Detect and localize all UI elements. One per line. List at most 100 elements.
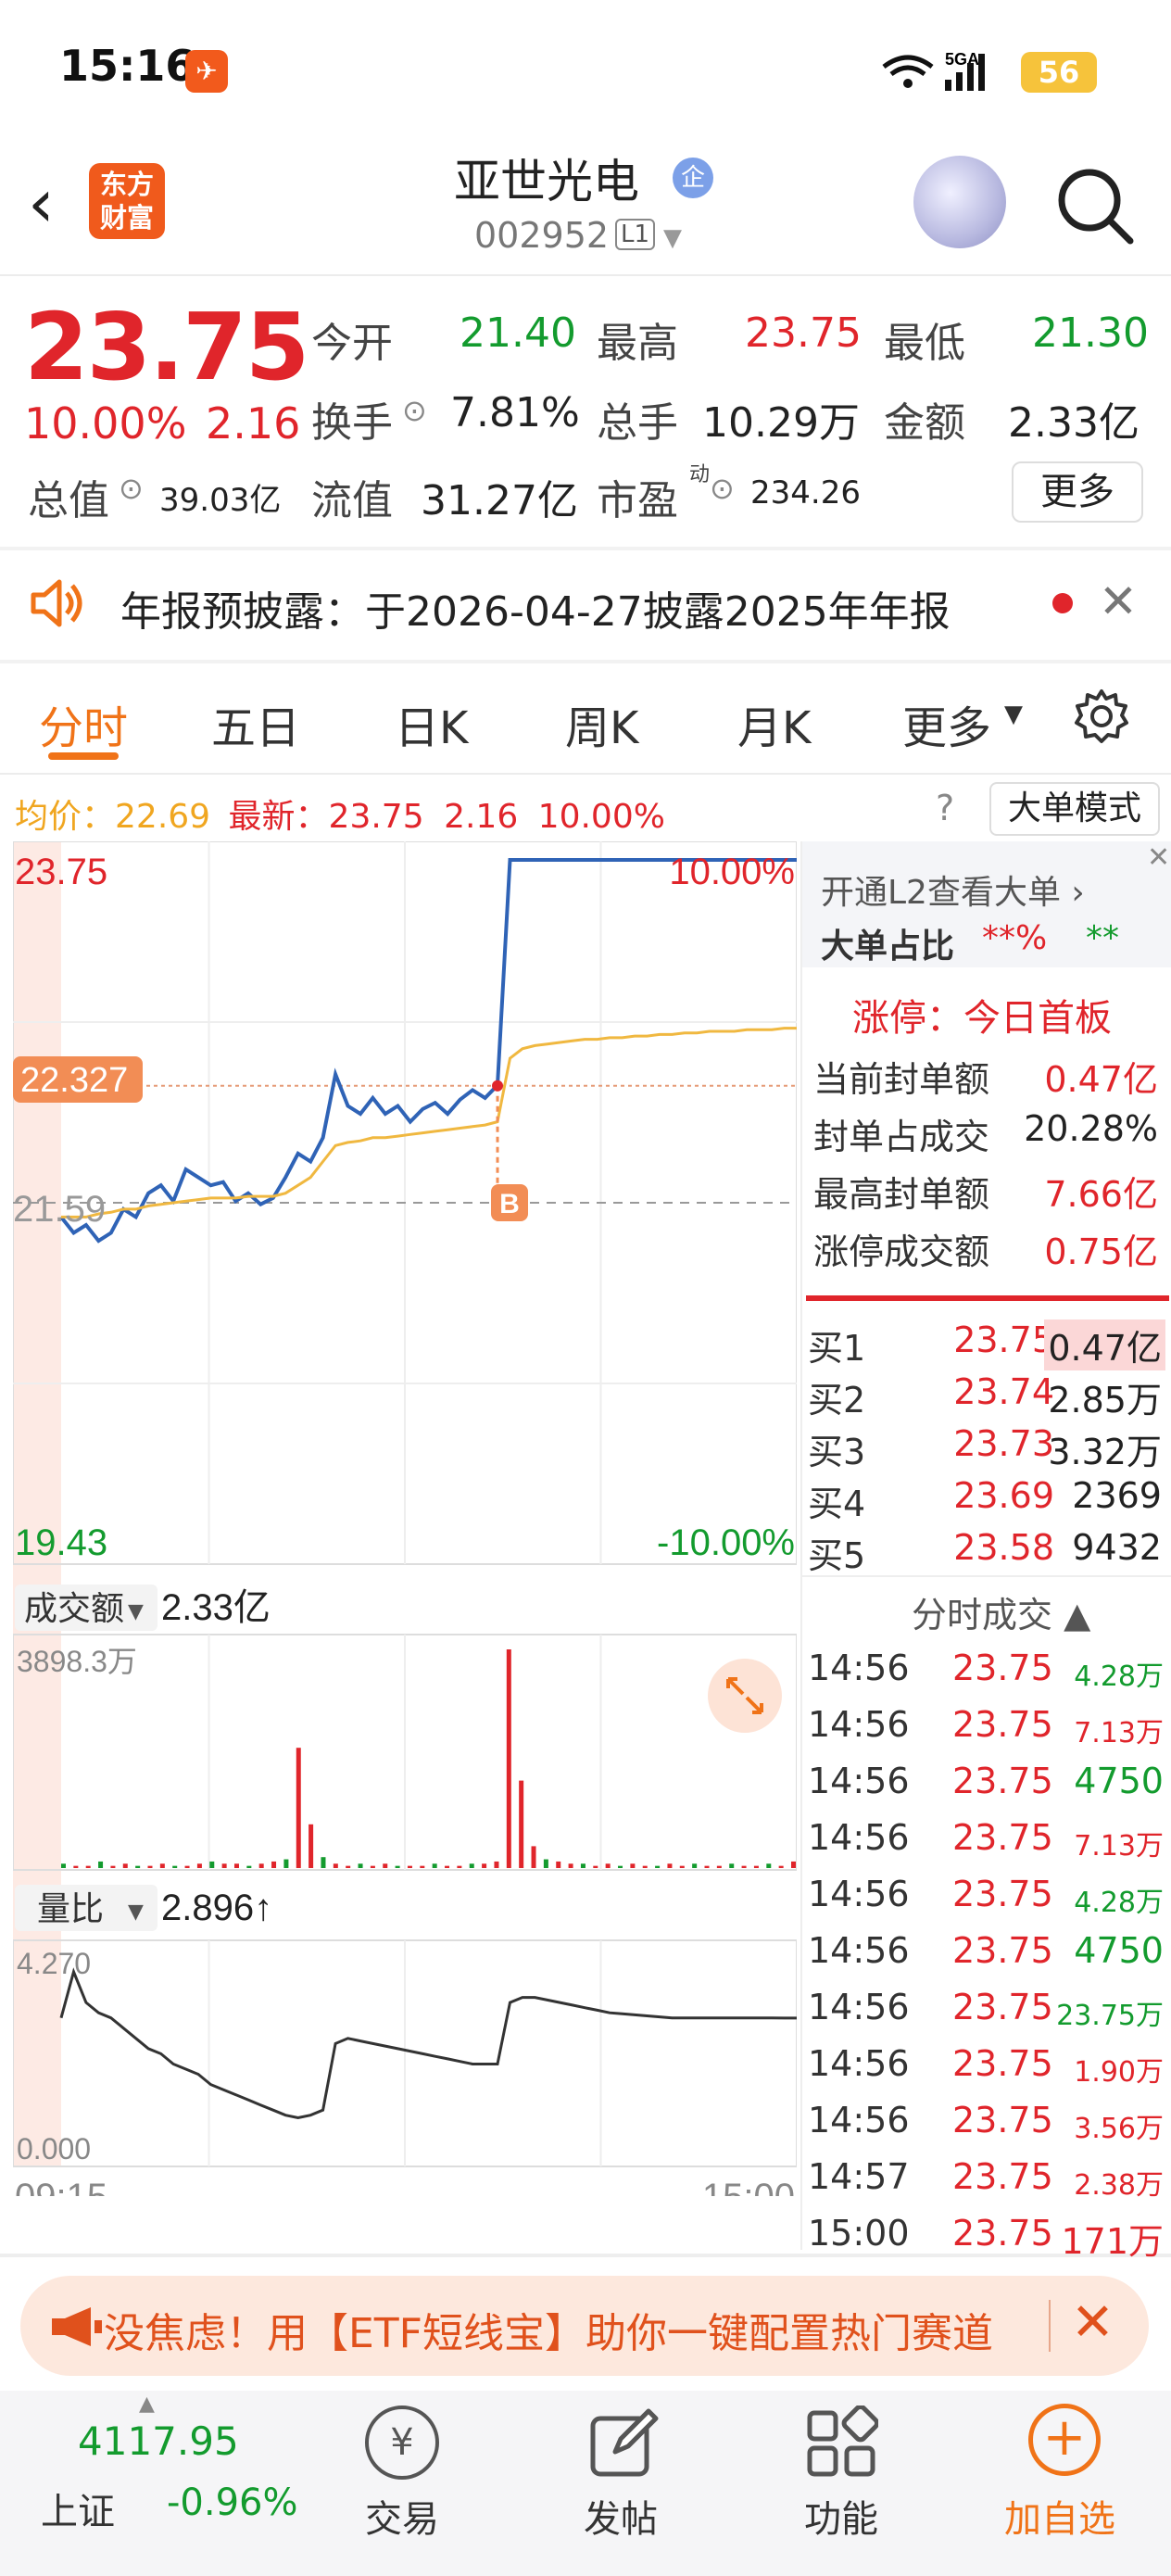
nav-post[interactable]: 发帖 <box>584 2489 658 2543</box>
last-value: 23.75 <box>328 798 424 836</box>
close-icon[interactable]: ✕ <box>1147 841 1170 874</box>
tick-time: 14:56 <box>808 1817 910 1858</box>
chevron-down-icon: ▼ <box>1004 701 1023 728</box>
current-price: 23.75 <box>24 293 309 401</box>
tab-day-k[interactable]: 日K <box>395 691 468 756</box>
info-icon[interactable]: ⊙ <box>710 471 735 506</box>
stock-name[interactable]: 亚世光电 <box>454 145 639 211</box>
tab-more[interactable]: 更多 <box>902 691 991 756</box>
nav-trade[interactable]: 交易 <box>365 2489 439 2543</box>
add-icon[interactable]: + <box>1028 2404 1101 2476</box>
bid-volume: 9432 <box>1072 1527 1162 1568</box>
bid-label: 买4 <box>808 1484 866 1524</box>
tick-volume: 23.75万 <box>1056 2000 1164 2032</box>
ticks-title[interactable]: 分时成交 ▲ <box>912 1586 1090 1637</box>
low-label: 最低 <box>884 320 965 367</box>
volume-bar <box>482 1863 487 1868</box>
volume-bar <box>296 1748 301 1868</box>
volume-bar <box>122 1863 128 1868</box>
tab-indicator <box>48 752 119 760</box>
signal-icon: 5GA <box>882 50 985 91</box>
tick-time: 14:56 <box>808 1930 910 1971</box>
avg-value: 22.69 <box>115 798 211 836</box>
bid-price: 23.69 <box>953 1475 1054 1516</box>
volume-bar <box>445 1865 450 1868</box>
search-icon[interactable] <box>1052 163 1136 246</box>
volume-bar <box>531 1846 536 1868</box>
bid-label: 买2 <box>808 1380 866 1421</box>
volume-label[interactable]: 成交额 <box>24 1589 124 1627</box>
index-value[interactable]: 4117.95 <box>78 2418 239 2464</box>
tab-week-k[interactable]: 周K <box>565 691 638 756</box>
close-icon[interactable]: ✕ <box>1099 575 1138 628</box>
volume-bar <box>98 1861 104 1868</box>
l2-link[interactable]: 开通L2查看大单 › <box>821 865 1085 914</box>
assistant-avatar[interactable] <box>913 156 1006 248</box>
grid-icon[interactable] <box>804 2406 878 2480</box>
ad-text[interactable]: 没焦虑！用【ETF短线宝】助你一键配置热门赛道 <box>104 2300 1026 2359</box>
tick-volume: 4.28万 <box>1074 1661 1164 1693</box>
back-button[interactable]: ‹ <box>28 170 74 236</box>
tick-price: 23.75 <box>952 2100 1053 2140</box>
pct-bottom-label: -10.00% <box>657 1522 795 1563</box>
volume-bar <box>457 1865 462 1868</box>
tick-price: 23.75 <box>952 2213 1053 2254</box>
tab-month-k[interactable]: 月K <box>737 691 811 756</box>
info-icon[interactable]: ⊙ <box>402 393 427 428</box>
index-name[interactable]: 上证 <box>41 2481 115 2535</box>
tick-price: 23.75 <box>952 1648 1053 1688</box>
bid-price: 23.73 <box>953 1423 1054 1464</box>
volume-bar <box>407 1865 412 1868</box>
more-button[interactable]: 更多 <box>1012 461 1143 523</box>
index-pct[interactable]: -0.96% <box>167 2481 298 2524</box>
gear-icon[interactable] <box>1073 688 1130 745</box>
limit-row-value: 0.47亿 <box>1044 1059 1158 1100</box>
chevron-down-icon[interactable]: ▼ <box>663 224 682 252</box>
volume-bar <box>333 1863 338 1868</box>
stock-code[interactable]: 002952 <box>474 215 609 256</box>
expand-icon[interactable] <box>708 1659 782 1733</box>
turnover-label: 换手 <box>311 399 393 447</box>
nav-add-watchlist[interactable]: 加自选 <box>1004 2489 1115 2543</box>
close-icon[interactable]: ✕ <box>1071 2292 1114 2353</box>
notice-text[interactable]: 年报预披露：于2026-04-27披露2025年年报 <box>120 578 951 638</box>
volume-bar <box>233 1863 239 1868</box>
tick-volume: 7.13万 <box>1074 1830 1164 1863</box>
volume-bar <box>159 1863 165 1868</box>
ratio-label[interactable]: 量比 <box>37 1889 104 1927</box>
tick-volume: 7.13万 <box>1074 1717 1164 1749</box>
intraday-chart[interactable]: 23.75 10.00% 19.43 -10.00% 21.59 22.327 … <box>13 841 797 2196</box>
avg-price-line <box>61 1027 797 1219</box>
volume-bar <box>766 1863 772 1868</box>
status-bar: 15:16 ✈ 5GA 56 <box>0 0 1171 139</box>
volume-bar <box>494 1861 499 1868</box>
open-label: 今开 <box>311 320 393 367</box>
price-line <box>59 858 797 1244</box>
volume-bar <box>729 1863 735 1868</box>
big-ratio-value: **% <box>982 919 1048 957</box>
price-change: 2.16 <box>206 398 301 448</box>
big-order-mode-button[interactable]: 大单模式 <box>989 782 1160 836</box>
volume-bar <box>283 1859 289 1868</box>
tab-fenshi[interactable]: 分时 <box>39 691 128 756</box>
volume-bar <box>420 1865 425 1868</box>
chevron-up-icon[interactable]: ▲ <box>139 2393 155 2416</box>
trade-icon[interactable]: ¥ <box>365 2406 439 2480</box>
volume-max-label: 3898.3万 <box>17 1645 137 1678</box>
app-logo[interactable]: 东方 财富 <box>89 163 165 239</box>
help-icon[interactable]: ? <box>936 788 954 828</box>
volume-label: 总手 <box>597 399 678 447</box>
nav-function[interactable]: 功能 <box>804 2489 878 2543</box>
volume-bar <box>580 1863 586 1868</box>
info-icon[interactable]: ⊙ <box>119 471 144 506</box>
volume-bar <box>135 1865 141 1868</box>
tab-five-day[interactable]: 五日 <box>211 691 300 756</box>
tick-price: 23.75 <box>952 1930 1053 1971</box>
bid-price: 23.74 <box>953 1371 1054 1412</box>
big-ratio-label: 大单占比 <box>821 928 955 966</box>
tick-time: 14:56 <box>808 1648 910 1688</box>
tick-time: 14:56 <box>808 1987 910 2027</box>
volume-bar <box>655 1865 661 1868</box>
l2-text: 开通L2查看大单 <box>821 874 1061 912</box>
edit-icon[interactable] <box>587 2406 661 2480</box>
